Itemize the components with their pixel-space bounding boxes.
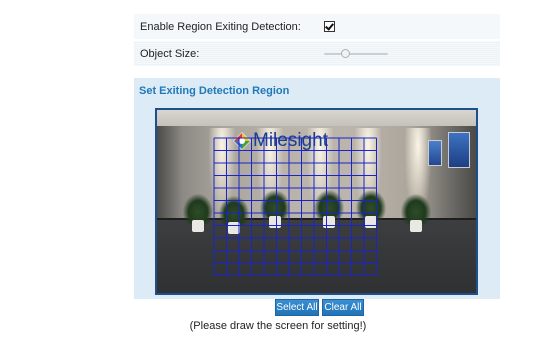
camera-view[interactable]: Milesight xyxy=(155,108,478,295)
region-grid[interactable] xyxy=(157,110,476,293)
enable-detection-label: Enable Region Exiting Detection: xyxy=(140,20,301,33)
settings-panel: Enable Region Exiting Detection: Object … xyxy=(134,14,500,68)
clear-all-button[interactable]: Clear All xyxy=(322,299,364,316)
region-section-title: Set Exiting Detection Region xyxy=(139,84,290,97)
object-size-row: Object Size: xyxy=(134,41,500,66)
region-section-header: Set Exiting Detection Region xyxy=(134,78,500,103)
button-row: Select All Clear All xyxy=(0,299,556,317)
region-frame: Milesight xyxy=(134,103,500,299)
draw-hint: (Please draw the screen for setting!) xyxy=(189,320,367,332)
slider-thumb[interactable] xyxy=(341,48,350,58)
enable-detection-control xyxy=(324,21,335,32)
object-size-control xyxy=(324,48,388,59)
enable-detection-checkbox[interactable] xyxy=(324,21,335,32)
slider-track xyxy=(324,52,388,55)
object-size-slider[interactable] xyxy=(324,48,388,59)
enable-detection-row: Enable Region Exiting Detection: xyxy=(134,14,500,39)
object-size-label: Object Size: xyxy=(140,47,200,60)
select-all-button[interactable]: Select All xyxy=(275,299,319,316)
